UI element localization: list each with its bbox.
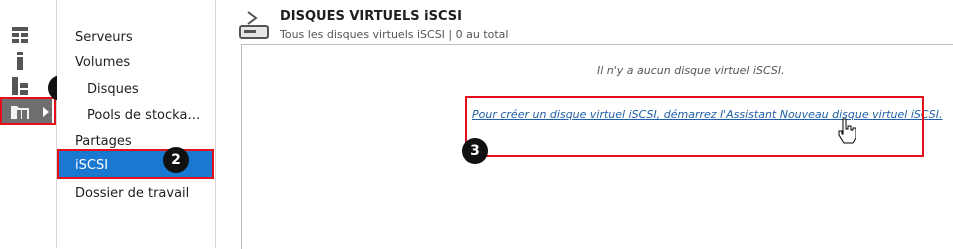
dashboard-icon [12, 27, 28, 43]
nav-item-partages[interactable]: Partages [75, 134, 132, 149]
nav-item-disques[interactable]: Disques [87, 82, 139, 97]
page-subtitle: Tous les disques virtuels iSCSI | 0 au t… [280, 28, 509, 41]
dashboard-button[interactable] [8, 25, 40, 47]
page-title: DISQUES VIRTUELS iSCSI [280, 9, 462, 24]
callout-box-2 [57, 149, 214, 179]
nav-item-dossier-de-travail[interactable]: Dossier de travail [75, 186, 189, 201]
callout-box-1 [0, 97, 56, 125]
nav-item-volumes[interactable]: Volumes [75, 55, 130, 70]
nav-item-pools[interactable]: Pools de stocka… [87, 108, 200, 123]
callout-badge-2: 2 [163, 147, 189, 173]
nav-item-serveurs[interactable]: Serveurs [75, 30, 133, 45]
local-server-icon [17, 52, 23, 70]
all-servers-button[interactable] [8, 75, 40, 97]
callout-box-3 [465, 96, 924, 157]
disk-icon [239, 11, 269, 39]
local-server-button[interactable] [8, 50, 40, 72]
all-servers-icon [12, 77, 28, 95]
callout-badge-3: 3 [462, 138, 488, 164]
empty-message: Il n'y a aucun disque virtuel iSCSI. [597, 64, 785, 77]
